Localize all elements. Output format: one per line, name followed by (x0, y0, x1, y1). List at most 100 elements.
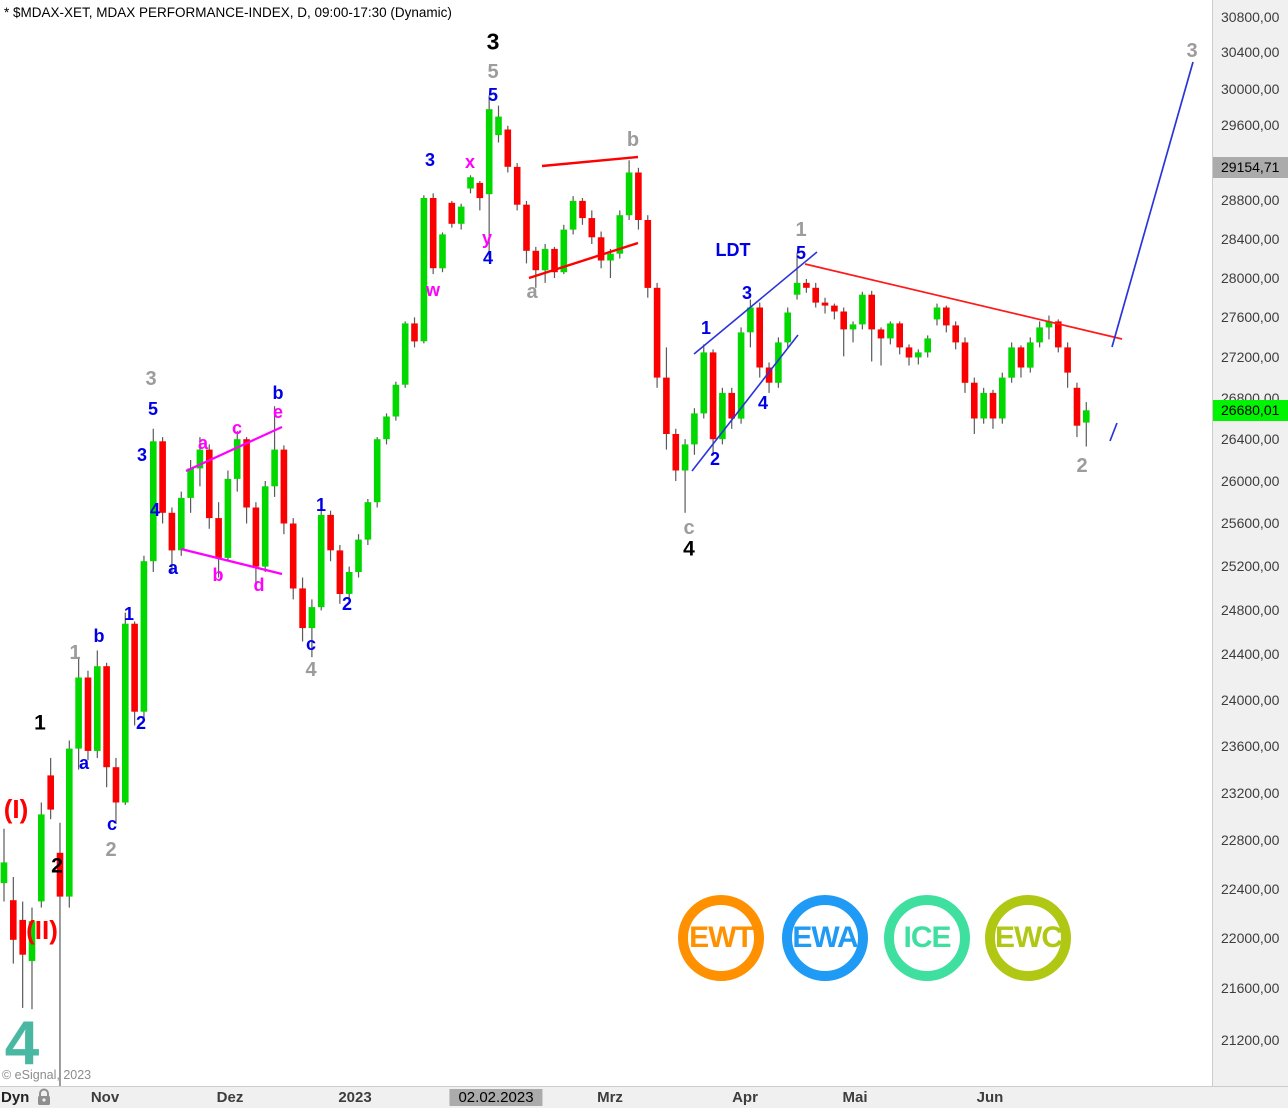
candle-body (309, 607, 316, 628)
wave-label-4-blue: 4 (150, 501, 160, 519)
candle-body (47, 775, 54, 809)
wave-label-I-red: (I) (4, 796, 29, 822)
candle-body (1027, 342, 1034, 367)
esignal-chart-window: { "title": "* $MDAX-XET, MDAX PERFORMANC… (0, 0, 1288, 1108)
candle-body (533, 251, 540, 270)
small-blue-tick-trendline[interactable] (1110, 423, 1117, 441)
projection-blue-trendline[interactable] (1112, 62, 1193, 347)
candle-body (1064, 347, 1071, 372)
wave-label-c-blue: c (107, 815, 117, 833)
candle-body (327, 515, 334, 550)
wave-label-1-blue: 1 (701, 319, 711, 337)
wave-label-3-blue: 3 (425, 151, 435, 169)
candle-body (178, 498, 185, 550)
candle-body (169, 513, 176, 551)
candle-body (607, 254, 614, 261)
wave-label-4-blue: 4 (758, 394, 768, 412)
candle-body (225, 479, 232, 558)
candle-body (906, 347, 913, 357)
candle-body (318, 515, 325, 607)
candle-body (383, 417, 390, 440)
candle-body (467, 177, 474, 188)
candle-body (934, 308, 941, 320)
candle-body (514, 167, 521, 205)
candle-body (477, 183, 484, 198)
candle-body (794, 283, 801, 295)
flat-upper-red-trendline[interactable] (542, 157, 638, 166)
time-tick: 02.02.2023 (449, 1089, 542, 1106)
candle-body (122, 624, 129, 803)
logo-ice: ICE (884, 895, 970, 981)
price-axis[interactable]: 30800,0030400,0030000,0029600,0028800,00… (1212, 0, 1288, 1086)
logo-ewt: EWT (678, 895, 764, 981)
candle-body (850, 324, 857, 329)
candle-body (411, 323, 418, 341)
candle-body (495, 117, 502, 136)
wave-label-b-blue: b (94, 627, 105, 645)
candle-body (691, 413, 698, 444)
candle-body (831, 306, 838, 312)
time-tick: Nov (91, 1089, 119, 1106)
wave-label-a-blue: a (168, 559, 178, 577)
wave-label-c-magenta: c (232, 419, 242, 437)
candle-body (365, 502, 372, 539)
candle-body (402, 323, 409, 384)
candle-body (141, 561, 148, 712)
candle-body (271, 450, 278, 487)
wave-label-2-black: 2 (51, 856, 63, 877)
ldt-upper-blue-trendline[interactable] (694, 252, 817, 354)
time-tick: Dez (217, 1089, 244, 1106)
time-tick: Mai (842, 1089, 867, 1106)
candle-body (486, 109, 493, 194)
candle-body (393, 385, 400, 417)
wave-label-2-gray: 2 (105, 840, 116, 860)
wave-label-3-gray: 3 (1186, 41, 1197, 61)
dyn-button[interactable]: Dyn (1, 1089, 29, 1106)
wave-label-5-gray: 5 (487, 62, 498, 82)
price-tick: 30000,00 (1221, 81, 1279, 98)
wave-label-1-blue: 1 (124, 605, 134, 623)
ldt-lower-blue-trendline[interactable] (692, 335, 798, 471)
candle-body (589, 218, 596, 237)
candle-body (990, 393, 997, 419)
wave-label-y-magenta: y (482, 229, 492, 247)
candle-body (187, 468, 194, 498)
time-axis[interactable]: Dyn NovDez202302.02.2023MrzAprMaiJun (0, 1086, 1288, 1108)
candlestick-chart-area[interactable]: * $MDAX-XET, MDAX PERFORMANCE-INDEX, D, … (0, 0, 1212, 1086)
chart-title: * $MDAX-XET, MDAX PERFORMANCE-INDEX, D, … (4, 5, 452, 20)
candle-body (66, 749, 73, 897)
wave-label-a-blue: a (79, 754, 89, 772)
time-tick: 2023 (338, 1089, 371, 1106)
last-price-tag: 26680,01 (1213, 400, 1288, 421)
candle-body (253, 508, 260, 567)
candle-body (635, 173, 642, 221)
wave-label-1-black: 1 (34, 713, 46, 734)
candle-body (980, 393, 987, 419)
candle-body (243, 439, 250, 507)
candle-body (299, 588, 306, 628)
candle-body (85, 678, 92, 751)
candle-body (523, 205, 530, 251)
price-tick: 28000,00 (1221, 270, 1279, 287)
candle-body (673, 434, 680, 471)
wave-label-4-gray: 4 (305, 660, 316, 680)
candle-body (915, 352, 922, 357)
price-tick: 27200,00 (1221, 349, 1279, 366)
wave-label-b-gray: b (627, 130, 639, 150)
candle-body (962, 342, 969, 382)
candle-body (999, 378, 1006, 419)
candle-body (346, 572, 353, 594)
candle-body (710, 352, 717, 439)
candle-body (626, 173, 633, 216)
candle-body (701, 352, 708, 413)
candle-body (19, 920, 26, 955)
lock-icon[interactable] (36, 1088, 52, 1108)
candle-body (840, 312, 847, 330)
candle-body (570, 201, 577, 230)
candle-body (355, 540, 362, 573)
candle-body (290, 524, 297, 589)
candle-body (868, 295, 875, 330)
price-tick: 28800,00 (1221, 192, 1279, 209)
wave-label-II-red: (II) (26, 917, 58, 943)
wave-label-2-gray: 2 (1076, 456, 1087, 476)
